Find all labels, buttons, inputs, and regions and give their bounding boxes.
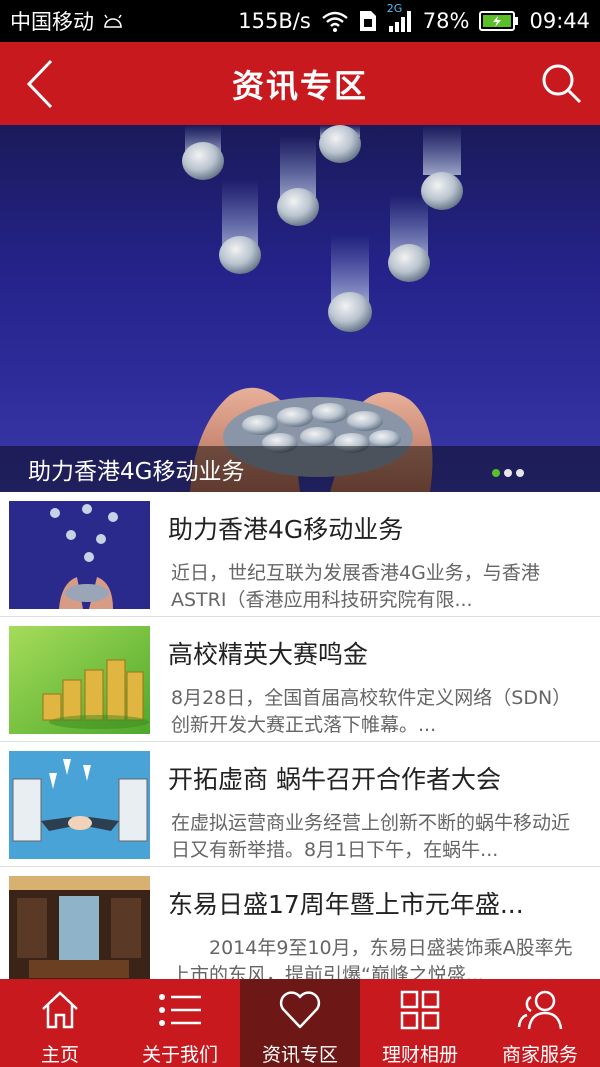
news-list-item[interactable]: 高校精英大赛鸣金 8月28日，全国首届高校软件定义网络（SDN）创新开发大赛正式… <box>0 617 600 742</box>
status-bar: 中国移动 155B/s 2G 78% 09:44 <box>0 0 600 42</box>
battery-percent: 78% <box>422 9 470 33</box>
users-icon <box>517 987 563 1032</box>
grid-icon <box>399 987 441 1032</box>
battery-icon <box>479 10 519 32</box>
news-thumbnail <box>9 626 150 734</box>
news-summary: 2014年9至10月，东易日盛装饰乘A股率先上市的东风，提前引爆“巅峰之悦盛..… <box>171 937 573 979</box>
signal-icon: 2G <box>387 2 413 32</box>
news-thumbnail <box>9 501 150 609</box>
news-title: 助力香港4G移动业务 <box>168 515 404 544</box>
news-list-item[interactable]: 开拓虚商 蜗牛召开合作者大会 在虚拟运营商业务经营上创新不断的蜗牛移动近日又有新… <box>0 742 600 867</box>
nav-item-home[interactable]: 主页 <box>0 979 120 1067</box>
nav-label: 关于我们 <box>141 1044 218 1066</box>
heart-icon <box>278 987 322 1032</box>
news-summary: 8月28日，全国首届高校软件定义网络（SDN）创新开发大赛正式落下帷幕。... <box>171 687 572 736</box>
news-summary: 在虚拟运营商业务经营上创新不断的蜗牛移动近日又有新举措。8月1日下午，在蜗牛..… <box>171 812 571 861</box>
nav-label: 资讯专区 <box>261 1044 338 1066</box>
search-button[interactable] <box>534 56 590 112</box>
wifi-icon <box>321 10 349 32</box>
banner-image <box>182 125 463 492</box>
banner-caption: 助力香港4G移动业务 <box>28 459 245 485</box>
network-type: 2G <box>386 2 403 15</box>
android-icon <box>102 13 124 29</box>
bottom-nav: 主页 关于我们 资讯专区 理财相册 商家服务 <box>0 979 600 1067</box>
home-icon <box>39 987 81 1032</box>
nav-label: 理财相册 <box>381 1044 458 1066</box>
news-list: 助力香港4G移动业务 近日，世纪互联为发展香港4G业务，与香港ASTRI（香港应… <box>0 492 600 979</box>
nav-item-news[interactable]: 资讯专区 <box>240 979 360 1067</box>
app-header: 资讯专区 <box>0 42 600 125</box>
banner-carousel[interactable]: 助力香港4G移动业务 <box>0 125 600 492</box>
sim-icon <box>359 10 377 32</box>
net-speed: 155B/s <box>238 9 311 33</box>
nav-label: 主页 <box>40 1044 79 1066</box>
search-icon <box>542 64 582 104</box>
back-button[interactable] <box>12 56 68 112</box>
news-list-item[interactable]: 东易日盛17周年暨上市元年盛... 2014年9至10月，东易日盛装饰乘A股率先… <box>0 867 600 979</box>
news-thumbnail <box>9 751 150 859</box>
news-list-item[interactable]: 助力香港4G移动业务 近日，世纪互联为发展香港4G业务，与香港ASTRI（香港应… <box>0 492 600 617</box>
carousel-indicator <box>492 469 524 477</box>
nav-label: 商家服务 <box>501 1044 578 1066</box>
news-title: 开拓虚商 蜗牛召开合作者大会 <box>168 765 501 794</box>
nav-item-about[interactable]: 关于我们 <box>120 979 240 1067</box>
news-title: 东易日盛17周年暨上市元年盛... <box>168 890 524 919</box>
nav-item-merchant[interactable]: 商家服务 <box>480 979 600 1067</box>
list-icon <box>157 987 203 1032</box>
clock: 09:44 <box>529 9 590 33</box>
page-title: 资讯专区 <box>231 66 368 105</box>
carousel-dot[interactable] <box>504 469 512 477</box>
news-summary: 近日，世纪互联为发展香港4G业务，与香港ASTRI（香港应用科技研究院有限... <box>171 562 540 611</box>
carousel-dot[interactable] <box>492 469 500 477</box>
carrier-label: 中国移动 <box>10 10 94 34</box>
news-thumbnail <box>9 876 150 979</box>
chevron-left-icon <box>26 59 53 109</box>
news-title: 高校精英大赛鸣金 <box>168 640 369 669</box>
carousel-dot[interactable] <box>516 469 524 477</box>
nav-item-album[interactable]: 理财相册 <box>360 979 480 1067</box>
